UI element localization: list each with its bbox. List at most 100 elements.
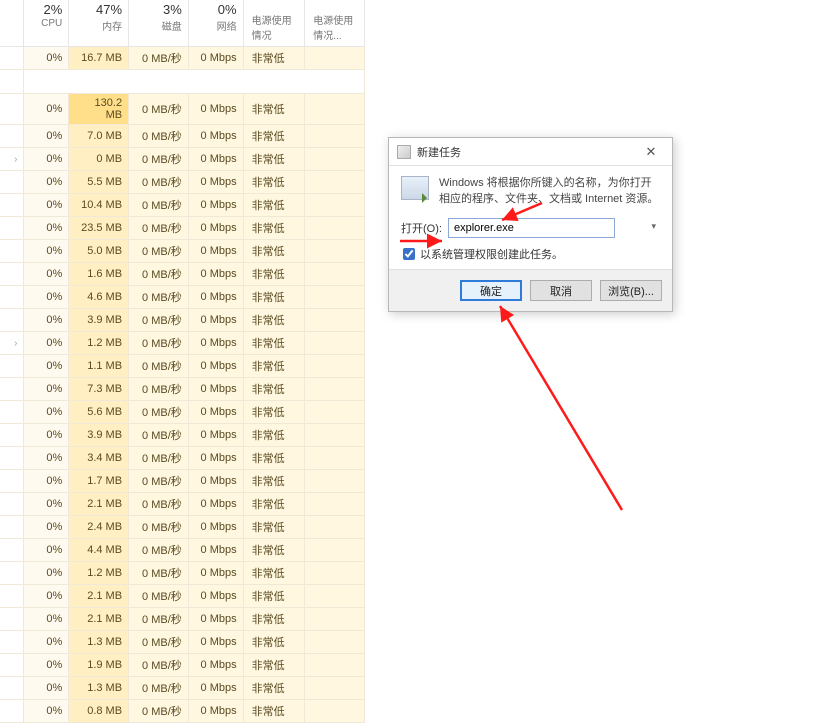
expand-gutter[interactable] [0,401,24,424]
cell-power: 非常低 [243,516,305,539]
expand-gutter[interactable] [0,125,24,148]
cell-cpu: 0% [24,447,69,470]
cell-mem: 1.7 MB [69,470,129,493]
table-row[interactable]: 0%16.7 MB0 MB/秒0 Mbps非常低 [0,47,365,70]
table-row[interactable]: ›0%0 MB0 MB/秒0 Mbps非常低 [0,148,365,171]
expand-gutter[interactable] [0,562,24,585]
table-row[interactable]: 0%4.6 MB0 MB/秒0 Mbps非常低 [0,286,365,309]
expand-gutter[interactable] [0,171,24,194]
col-net[interactable]: 0%网络 [188,0,243,47]
table-row[interactable]: 0%1.9 MB0 MB/秒0 Mbps非常低 [0,654,365,677]
expand-gutter[interactable] [0,355,24,378]
table-row[interactable]: 0%1.6 MB0 MB/秒0 Mbps非常低 [0,263,365,286]
expand-gutter[interactable] [0,539,24,562]
cell-mem: 5.6 MB [69,401,129,424]
cell-net: 0 Mbps [188,401,243,424]
chevron-right-icon: › [14,338,17,349]
cell-power: 非常低 [243,125,305,148]
col-cpu[interactable]: 2%CPU [24,0,69,47]
col-mem[interactable]: 47%内存 [69,0,129,47]
table-row[interactable]: 0%1.3 MB0 MB/秒0 Mbps非常低 [0,677,365,700]
cell-cpu: 0% [24,539,69,562]
table-row[interactable]: 0%0.8 MB0 MB/秒0 Mbps非常低 [0,700,365,723]
open-input[interactable] [448,218,615,238]
cell-power: 非常低 [243,401,305,424]
expand-gutter[interactable] [0,424,24,447]
table-row[interactable]: 0%4.4 MB0 MB/秒0 Mbps非常低 [0,539,365,562]
expand-gutter[interactable] [0,493,24,516]
expand-gutter[interactable]: › [0,332,24,355]
table-row[interactable]: 0%5.5 MB0 MB/秒0 Mbps非常低 [0,171,365,194]
table-row[interactable]: 0%23.5 MB0 MB/秒0 Mbps非常低 [0,217,365,240]
cell-net: 0 Mbps [188,355,243,378]
expand-gutter[interactable] [0,217,24,240]
expand-gutter[interactable] [0,447,24,470]
admin-checkbox[interactable] [403,248,415,260]
cell-cpu: 0% [24,332,69,355]
table-row[interactable]: 0%3.9 MB0 MB/秒0 Mbps非常低 [0,309,365,332]
table-row[interactable]: 0%7.3 MB0 MB/秒0 Mbps非常低 [0,378,365,401]
expand-gutter[interactable] [0,194,24,217]
cell-net: 0 Mbps [188,286,243,309]
table-row[interactable]: 0%1.3 MB0 MB/秒0 Mbps非常低 [0,631,365,654]
expand-gutter[interactable] [0,263,24,286]
admin-checkbox-row[interactable]: 以系统管理权限创建此任务。 [403,246,660,262]
table-row[interactable]: 0%2.1 MB0 MB/秒0 Mbps非常低 [0,608,365,631]
expand-gutter[interactable] [0,94,24,125]
cell-mem: 10.4 MB [69,194,129,217]
expand-gutter[interactable] [0,608,24,631]
expand-gutter[interactable] [0,585,24,608]
expand-gutter[interactable] [0,47,24,70]
expand-gutter[interactable] [0,631,24,654]
cell-mem: 3.9 MB [69,309,129,332]
table-row[interactable]: ›0%1.2 MB0 MB/秒0 Mbps非常低 [0,332,365,355]
col-power-trend[interactable]: 电源使用情况... [305,0,365,47]
table-row[interactable]: 0%1.2 MB0 MB/秒0 Mbps非常低 [0,562,365,585]
cell-power: 非常低 [243,309,305,332]
cell-mem: 1.3 MB [69,677,129,700]
expand-gutter[interactable] [0,240,24,263]
cell-disk: 0 MB/秒 [129,585,189,608]
expand-gutter[interactable] [0,654,24,677]
col-power[interactable]: 电源使用情况 [243,0,305,47]
cancel-button[interactable]: 取消 [530,280,592,301]
cell-disk: 0 MB/秒 [129,286,189,309]
ok-button[interactable]: 确定 [460,280,522,301]
table-row[interactable]: 0%2.4 MB0 MB/秒0 Mbps非常低 [0,516,365,539]
expand-gutter[interactable] [0,700,24,723]
table-row[interactable]: 0%3.9 MB0 MB/秒0 Mbps非常低 [0,424,365,447]
cell-net: 0 Mbps [188,309,243,332]
expand-gutter[interactable] [0,378,24,401]
expand-gutter[interactable] [0,470,24,493]
cell-cpu: 0% [24,217,69,240]
cell-net: 0 Mbps [188,194,243,217]
browse-button[interactable]: 浏览(B)... [600,280,662,301]
table-row[interactable]: 0%1.1 MB0 MB/秒0 Mbps非常低 [0,355,365,378]
cell-cpu: 0% [24,355,69,378]
table-row[interactable]: 0%5.0 MB0 MB/秒0 Mbps非常低 [0,240,365,263]
expand-gutter[interactable]: › [0,148,24,171]
expand-gutter[interactable] [0,286,24,309]
cell-power-trend [305,401,365,424]
cell-cpu: 0% [24,424,69,447]
table-row[interactable]: 0%5.6 MB0 MB/秒0 Mbps非常低 [0,401,365,424]
dialog-titlebar[interactable]: 新建任务 ✕ [389,138,672,166]
expand-gutter[interactable] [0,309,24,332]
expand-gutter[interactable] [0,516,24,539]
cell-mem: 2.1 MB [69,585,129,608]
col-disk[interactable]: 3%磁盘 [129,0,189,47]
cell-power-trend [305,447,365,470]
cell-disk: 0 MB/秒 [129,240,189,263]
table-row[interactable]: 0%3.4 MB0 MB/秒0 Mbps非常低 [0,447,365,470]
table-row[interactable]: 0%10.4 MB0 MB/秒0 Mbps非常低 [0,194,365,217]
table-row[interactable]: 0%1.7 MB0 MB/秒0 Mbps非常低 [0,470,365,493]
cell-power-trend [305,608,365,631]
table-row[interactable]: 0%2.1 MB0 MB/秒0 Mbps非常低 [0,493,365,516]
cell-power: 非常低 [243,539,305,562]
close-icon[interactable]: ✕ [636,142,666,162]
table-row[interactable]: 0%2.1 MB0 MB/秒0 Mbps非常低 [0,585,365,608]
table-row[interactable]: 0%7.0 MB0 MB/秒0 Mbps非常低 [0,125,365,148]
chevron-down-icon[interactable]: ▾ [651,221,656,232]
expand-gutter[interactable] [0,677,24,700]
table-row[interactable]: 0%130.2 MB0 MB/秒0 Mbps非常低 [0,94,365,125]
